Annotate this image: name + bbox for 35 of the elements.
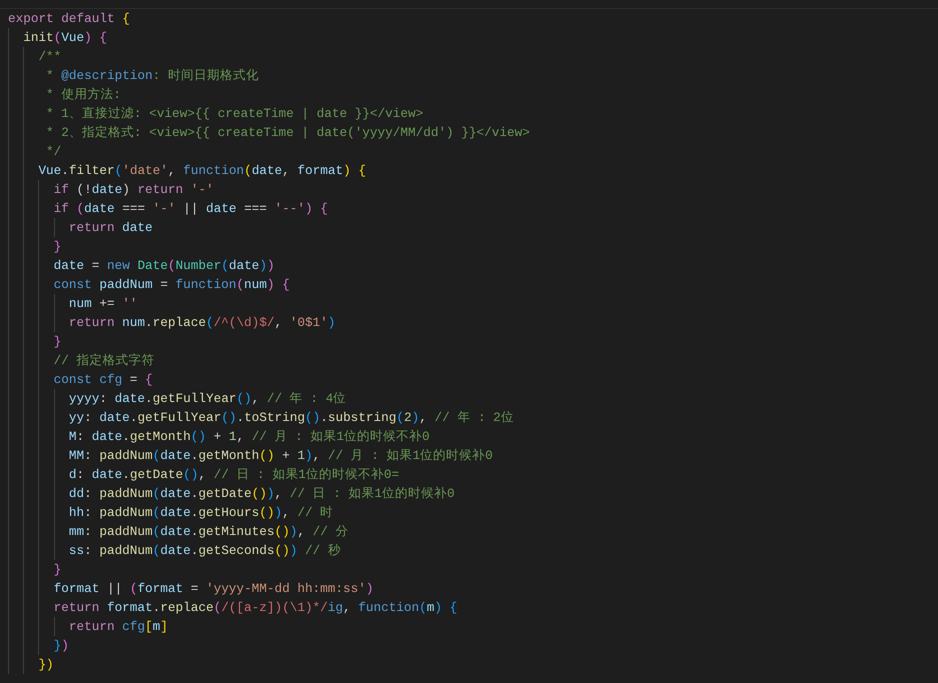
code-line: }) (54, 637, 69, 655)
code-line: if (!date) return '-' (54, 181, 214, 199)
code-line: hh: paddNum(date.getHours()), // 时 (68, 504, 334, 522)
code-line: } (54, 238, 62, 256)
code-line: return date (68, 219, 153, 237)
code-line: * @description: 时间日期格式化 (45, 67, 259, 85)
code-line: * 1、直接过滤: <view>{{ createTime | date }}</view> (45, 105, 424, 123)
code-line: format || (format = 'yyyy-MM-dd hh:mm:ss') (54, 580, 374, 598)
code-line: date = new Date(Number(date)) (54, 257, 275, 275)
code-line: d: date.getDate(), // 日 : 如果1位的时候不补0= (68, 466, 400, 484)
code-line: init(Vue) { (23, 29, 108, 47)
code-line: yy: date.getFullYear().toString().substring(2), // 年 : 2位 (68, 409, 514, 427)
code-line: return format.replace(/([a-z])(\1)*/ig, function(m) { (54, 599, 458, 617)
code-line: yyyy: date.getFullYear(), // 年 : 4位 (68, 390, 346, 408)
code-line: * 2、指定格式: <view>{{ createTime | date('yyyy/MM/dd') }}</view> (45, 124, 530, 142)
code-line: MM: paddNum(date.getMonth() + 1), // 月 : 如果1位的时候补0 (68, 447, 493, 465)
code-line: num += '' (68, 295, 138, 313)
code-line: } (54, 333, 62, 351)
code-line: } (54, 561, 62, 579)
code-line: }) (38, 656, 54, 674)
code-line: export default { (8, 10, 130, 28)
code-line: mm: paddNum(date.getMinutes()), // 分 (68, 523, 348, 541)
code-line: M: date.getMonth() + 1, // 月 : 如果1位的时候不补0 (68, 428, 430, 446)
code-line: // 指定格式字符 (54, 352, 154, 370)
code-line: dd: paddNum(date.getDate()), // 日 : 如果1位的时候补0 (68, 485, 455, 503)
code-line: Vue.filter('date', function(date, format) { (38, 162, 366, 180)
code-line: const paddNum = function(num) { (54, 276, 290, 294)
code-line: return cfg[m] (68, 618, 168, 636)
code-line: if (date === '-' || date === '--') { (54, 200, 328, 218)
code-line: * 使用方法: (45, 86, 121, 104)
code-line: */ (45, 143, 62, 161)
code-line: ss: paddNum(date.getSeconds()) // 秒 (68, 542, 341, 560)
code-line: return num.replace(/^(\d)$/, '0$1') (68, 314, 336, 332)
code-line: const cfg = { (54, 371, 153, 389)
code-line: /** (38, 48, 62, 66)
